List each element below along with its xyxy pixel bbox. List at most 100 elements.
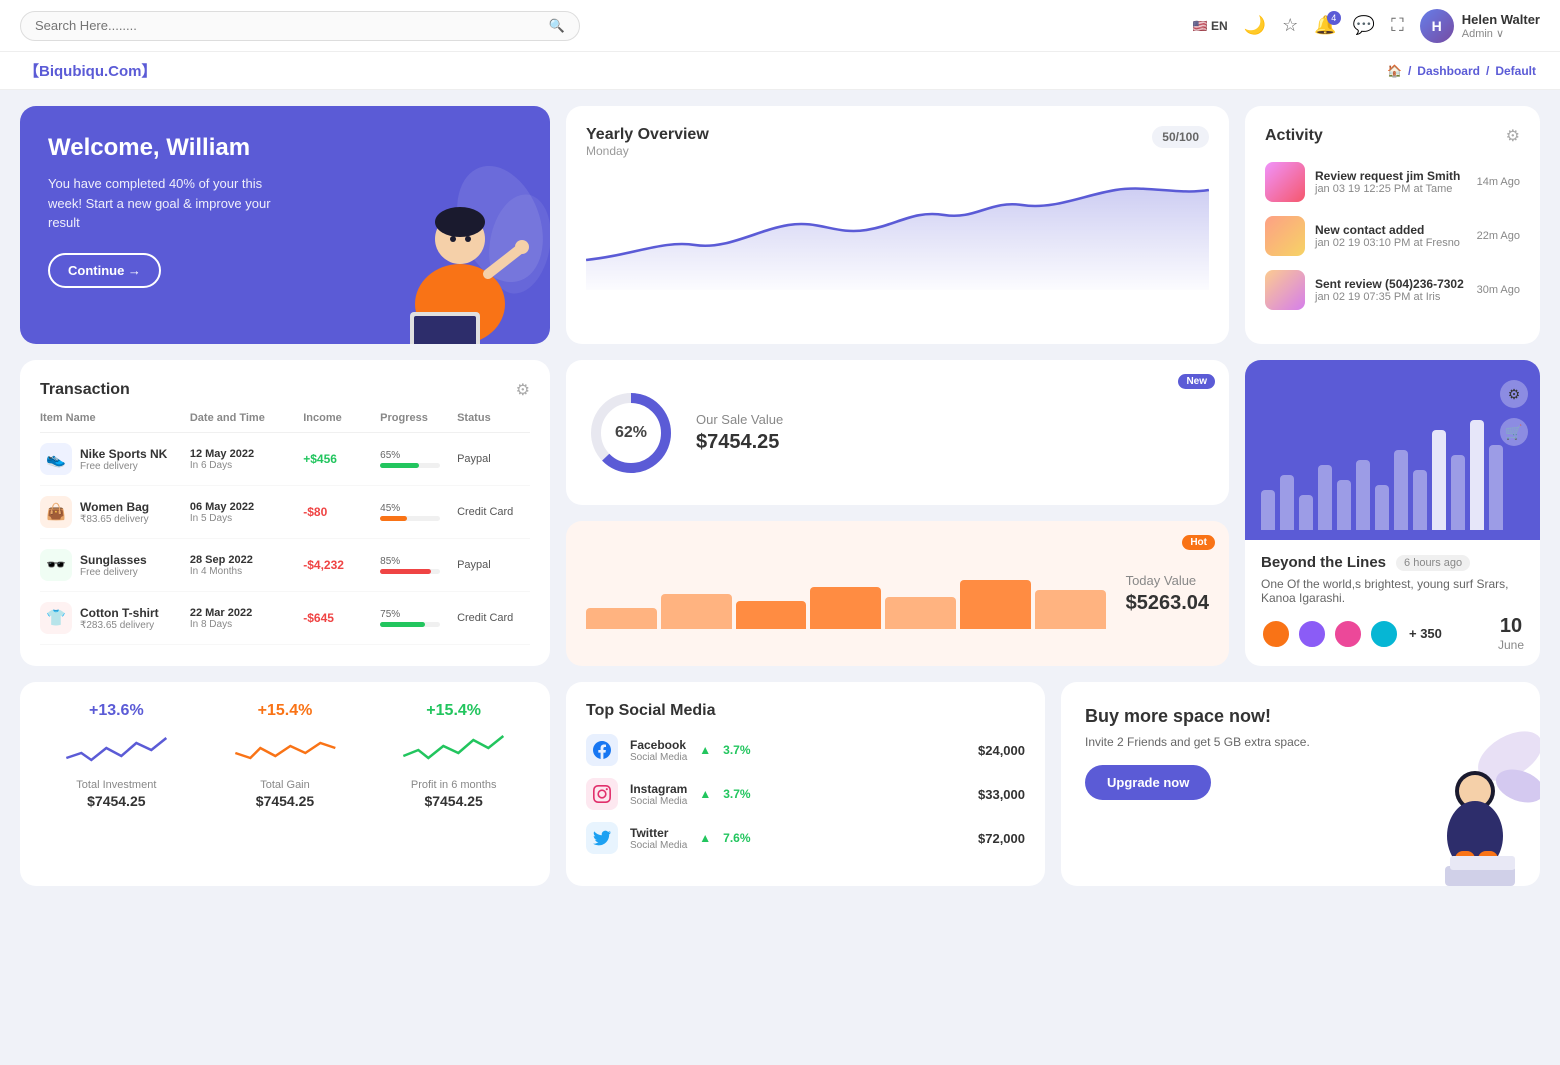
stat-pct-3: +15.4% xyxy=(377,702,530,720)
fb-arrow: ▲ xyxy=(699,743,711,757)
donut-percent: 62% xyxy=(615,424,647,442)
tx-status-1: Paypal xyxy=(457,453,530,465)
tx-name-2: Women Bag xyxy=(80,500,149,514)
beyond-date: 10 June xyxy=(1498,615,1524,652)
yearly-header: Yearly Overview Monday 50/100 xyxy=(586,126,1209,166)
today-label: Today Value xyxy=(1126,573,1209,588)
welcome-card: Welcome, William You have completed 40% … xyxy=(20,106,550,344)
tx-name-4: Cotton T-shirt xyxy=(80,606,159,620)
search-bar[interactable]: 🔍 xyxy=(20,11,580,41)
home-icon[interactable]: 🏠 xyxy=(1387,64,1402,78)
buy-title: Buy more space now! xyxy=(1085,706,1516,727)
tx-item-info-2: 👜 Women Bag ₹83.65 delivery xyxy=(40,496,186,528)
tx-progress-1: 65% xyxy=(380,450,440,468)
tw-arrow: ▲ xyxy=(699,831,711,845)
yearly-subtitle: Monday xyxy=(586,144,709,158)
activity-thumb-2 xyxy=(1265,216,1305,256)
tw-pct: 7.6% xyxy=(723,831,750,845)
buy-illustration xyxy=(1390,726,1540,886)
tx-income-3: -$4,232 xyxy=(303,558,376,572)
activity-subtitle-3: jan 02 19 07:35 PM at Iris xyxy=(1315,291,1467,303)
nav-right: 🇺🇸 EN 🌙 ☆ 🔔4 💬 ⛶ H Helen Walter Admin ∨ xyxy=(1193,9,1540,43)
sale-value: $7454.25 xyxy=(696,431,783,454)
stat-pct-1: +13.6% xyxy=(40,702,193,720)
fb-name: Facebook xyxy=(630,738,687,752)
yearly-title: Yearly Overview xyxy=(586,126,709,144)
beyond-title: Beyond the Lines xyxy=(1261,554,1386,571)
fullscreen-icon[interactable]: ⛶ xyxy=(1391,15,1404,36)
fb-pct: 3.7% xyxy=(723,743,750,757)
today-info: Today Value $5263.04 xyxy=(1126,573,1209,615)
row-2: Transaction ⚙ Item Name Date and Time In… xyxy=(20,360,1540,666)
facebook-icon xyxy=(586,734,618,766)
continue-button[interactable]: Continue → xyxy=(48,253,161,288)
favorites-icon[interactable]: ☆ xyxy=(1282,15,1298,36)
activity-item-2: New contact added jan 02 19 03:10 PM at … xyxy=(1265,216,1520,256)
ig-arrow: ▲ xyxy=(699,787,711,801)
fb-sub: Social Media xyxy=(630,752,687,763)
tx-date-1: 12 May 2022 xyxy=(190,448,299,460)
brand-logo: 【Biqubiqu.Com】 xyxy=(24,60,156,81)
social-row-instagram: Instagram Social Media ▲ 3.7% $33,000 xyxy=(586,778,1025,810)
transaction-title: Transaction xyxy=(40,381,130,399)
tx-date-3: 28 Sep 2022 xyxy=(190,554,299,566)
stat-value-2: $7454.25 xyxy=(209,793,362,809)
tx-name-3: Sunglasses xyxy=(80,553,147,567)
beyond-desc: One Of the world,s brightest, young surf… xyxy=(1261,577,1524,605)
activity-settings-icon[interactable]: ⚙ xyxy=(1506,126,1520,146)
notification-icon[interactable]: 🔔4 xyxy=(1314,15,1336,36)
beyond-card: ⚙ 🛒 Beyond the Lines 6 hours ago One Of … xyxy=(1245,360,1540,666)
avatar: H xyxy=(1420,9,1454,43)
user-profile[interactable]: H Helen Walter Admin ∨ xyxy=(1420,9,1540,43)
breadcrumb-default[interactable]: Default xyxy=(1495,64,1536,78)
welcome-illustration xyxy=(310,106,550,344)
activity-info-3: Sent review (504)236-7302 jan 02 19 07:3… xyxy=(1315,277,1467,303)
breadcrumb-dashboard[interactable]: Dashboard xyxy=(1417,64,1480,78)
tx-item-info-3: 🕶️ Sunglasses Free delivery xyxy=(40,549,186,581)
social-media-card: Top Social Media Facebook Social Media ▲… xyxy=(566,682,1045,886)
activity-time-2: 22m Ago xyxy=(1477,230,1520,242)
search-icon: 🔍 xyxy=(549,18,565,34)
search-input[interactable] xyxy=(35,18,541,33)
beyond-settings-icon[interactable]: ⚙ xyxy=(1500,380,1528,408)
col-item-name: Item Name xyxy=(40,412,186,424)
social-row-facebook: Facebook Social Media ▲ 3.7% $24,000 xyxy=(586,734,1025,766)
transaction-settings-icon[interactable]: ⚙ xyxy=(516,380,530,400)
tx-income-1: +$456 xyxy=(303,452,376,466)
tx-sub-3: Free delivery xyxy=(80,567,147,578)
row-3: +13.6% Total Investment $7454.25 +15.4% … xyxy=(20,682,1540,886)
new-badge: New xyxy=(1178,374,1215,389)
today-value-card: Hot Today Value $5263.04 xyxy=(566,521,1229,666)
sparkline-1 xyxy=(40,728,193,768)
stats-mini-card: +13.6% Total Investment $7454.25 +15.4% … xyxy=(20,682,550,886)
beyond-cart-icon[interactable]: 🛒 xyxy=(1500,418,1528,446)
avatar-2 xyxy=(1297,619,1327,649)
breadcrumb-bar: 【Biqubiqu.Com】 🏠 / Dashboard / Default xyxy=(0,52,1560,90)
language-selector[interactable]: 🇺🇸 EN xyxy=(1193,19,1228,33)
transaction-header: Transaction ⚙ xyxy=(40,380,530,400)
tx-date-sub-2: In 5 Days xyxy=(190,513,299,524)
activity-title-1: Review request jim Smith xyxy=(1315,169,1467,183)
tx-date-sub-3: In 4 Months xyxy=(190,566,299,577)
yearly-score: 50/100 xyxy=(1152,126,1209,148)
activity-item-1: Review request jim Smith jan 03 19 12:25… xyxy=(1265,162,1520,202)
activity-thumb-1 xyxy=(1265,162,1305,202)
activity-title-2: New contact added xyxy=(1315,223,1467,237)
social-row-twitter: Twitter Social Media ▲ 7.6% $72,000 xyxy=(586,822,1025,854)
upgrade-button[interactable]: Upgrade now xyxy=(1085,765,1211,800)
stat-label-3: Profit in 6 months xyxy=(377,779,530,791)
tx-status-2: Credit Card xyxy=(457,506,530,518)
yearly-chart xyxy=(586,170,1209,290)
tx-sub-4: ₹283.65 delivery xyxy=(80,620,159,631)
col-progress: Progress xyxy=(380,412,453,424)
tx-item-info-4: 👕 Cotton T-shirt ₹283.65 delivery xyxy=(40,602,186,634)
message-icon[interactable]: 💬 xyxy=(1353,15,1375,36)
yearly-overview-card: Yearly Overview Monday 50/100 xyxy=(566,106,1229,344)
sales-column: New 62% Our Sale Value $7454.25 Hot xyxy=(566,360,1229,666)
theme-toggle[interactable]: 🌙 xyxy=(1244,15,1266,36)
col-income: Income xyxy=(303,412,376,424)
ig-pct: 3.7% xyxy=(723,787,750,801)
tx-date-4: 22 Mar 2022 xyxy=(190,607,299,619)
sale-info: Our Sale Value $7454.25 xyxy=(696,412,783,454)
person-svg xyxy=(350,164,550,344)
